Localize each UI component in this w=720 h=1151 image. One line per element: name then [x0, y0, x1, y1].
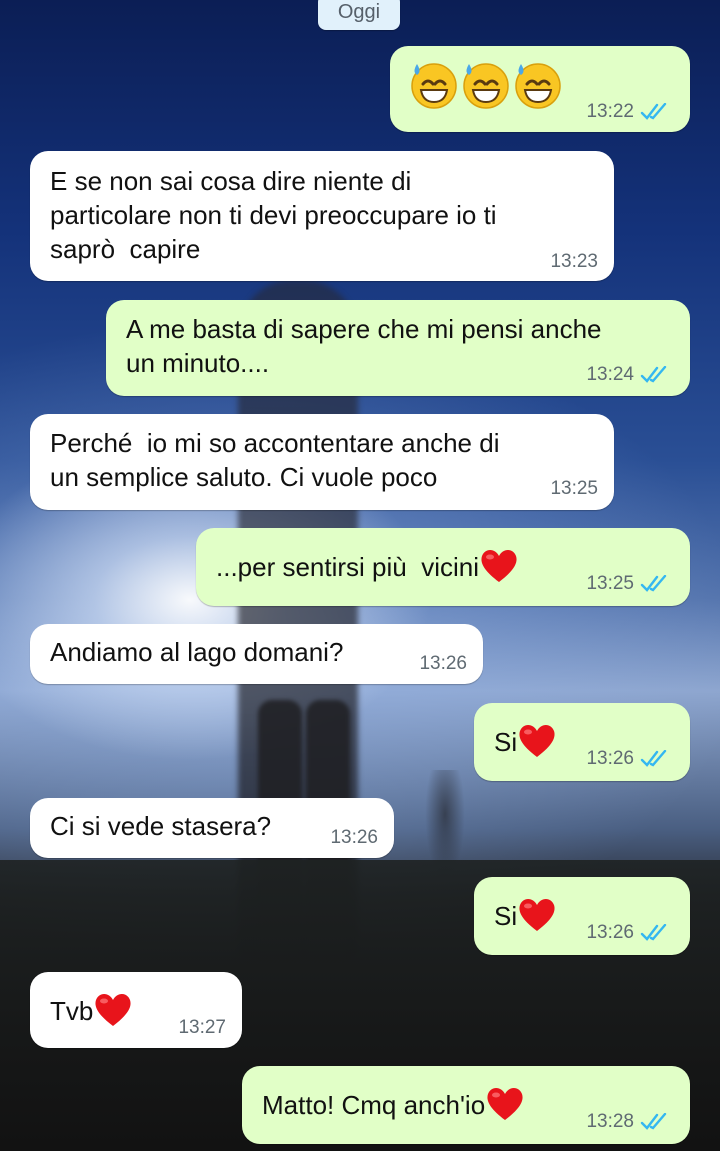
message-text: Matto! Cmq anch'io — [262, 1090, 486, 1120]
message-text-wrap: Matto! Cmq anch'io — [262, 1086, 525, 1122]
message-time: 13:28 — [586, 1111, 634, 1132]
message-bubble-incoming[interactable]: Tvb 13:27 — [30, 972, 242, 1048]
message-time: 13:26 — [586, 748, 634, 769]
message-time: 13:25 — [550, 478, 598, 499]
sweat-smile-emoji — [515, 63, 561, 109]
message-text-wrap: Si — [494, 897, 557, 933]
message-text: ...per sentirsi più vicini — [216, 552, 479, 582]
red-heart-emoji — [95, 994, 131, 1026]
message-bubble-outgoing[interactable]: Matto! Cmq anch'io 13:28 — [242, 1066, 690, 1144]
message-text: Si — [494, 901, 518, 931]
read-receipt-icon — [640, 103, 667, 120]
red-heart-emoji — [519, 899, 555, 931]
message-text: E se non sai cosa dire niente di partico… — [50, 166, 497, 264]
message-text: Andiamo al lago domani? — [50, 637, 344, 667]
message-time: 13:26 — [419, 653, 467, 674]
date-chip: Oggi — [318, 0, 400, 30]
read-receipt-icon — [640, 366, 667, 383]
message-bubble-incoming[interactable]: Andiamo al lago domani? 13:26 — [30, 624, 483, 684]
message-text: Ci si vede stasera? — [50, 811, 272, 841]
message-bubble-incoming[interactable]: Ci si vede stasera? 13:26 — [30, 798, 394, 858]
read-receipt-icon — [640, 1113, 667, 1130]
message-bubble-incoming[interactable]: E se non sai cosa dire niente di partico… — [30, 151, 614, 281]
message-time: 13:23 — [550, 251, 598, 272]
message-text-wrap: Si — [494, 723, 557, 759]
red-heart-emoji — [481, 550, 517, 582]
read-receipt-icon — [640, 575, 667, 592]
message-time: 13:22 — [586, 101, 634, 122]
message-text-wrap: ...per sentirsi più vicini — [216, 548, 519, 584]
emoji-row — [408, 58, 564, 110]
message-bubble-outgoing[interactable]: Si 13:26 — [474, 703, 690, 781]
message-text: Tvb — [50, 996, 94, 1026]
message-text: Perché io mi so accontentare anche di un… — [50, 428, 500, 492]
message-text: Si — [494, 727, 518, 757]
sweat-smile-emoji — [463, 63, 509, 109]
message-bubble-outgoing[interactable]: ...per sentirsi più vicini 13:25 — [196, 528, 690, 606]
message-text-wrap: Tvb — [50, 992, 133, 1028]
message-time: 13:24 — [586, 364, 634, 385]
message-bubble-outgoing[interactable]: Si 13:26 — [474, 877, 690, 955]
message-text: A me basta di sapere che mi pensi anche … — [126, 314, 602, 378]
read-receipt-icon — [640, 924, 667, 941]
red-heart-emoji — [519, 725, 555, 757]
read-receipt-icon — [640, 750, 667, 767]
message-time: 13:27 — [178, 1017, 226, 1038]
red-heart-emoji — [487, 1088, 523, 1120]
message-bubble-outgoing[interactable]: A me basta di sapere che mi pensi anche … — [106, 300, 690, 396]
message-time: 13:26 — [586, 922, 634, 943]
message-time: 13:26 — [330, 827, 378, 848]
message-bubble-outgoing[interactable]: 13:22 — [390, 46, 690, 132]
message-time: 13:25 — [586, 573, 634, 594]
message-bubble-incoming[interactable]: Perché io mi so accontentare anche di un… — [30, 414, 614, 510]
sweat-smile-emoji — [411, 63, 457, 109]
